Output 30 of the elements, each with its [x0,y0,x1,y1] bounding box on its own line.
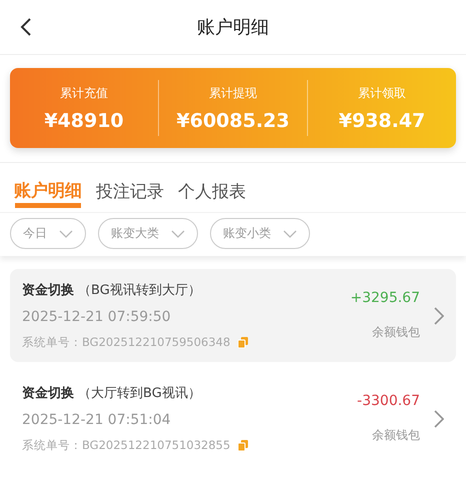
stat-label: 累计提现 [209,84,257,102]
tab[interactable]: 个人报表 [174,177,250,213]
order-number: 系统单号：BG202512210759506348 [22,335,230,350]
chevron-right-icon [434,306,444,324]
back-icon[interactable] [20,17,32,37]
wallet-label: 余额钱包 [372,324,420,341]
wallet-label: 余额钱包 [372,427,420,444]
chevron-down-icon [171,230,185,238]
stat-value: ¥938.47 [338,110,426,132]
record-detail: （大厅转到BG视讯） [78,385,201,402]
amount: +3295.67 [350,290,420,306]
chevron-right-icon [434,410,444,428]
stat-value: ¥60085.23 [176,110,290,132]
amount: -3300.67 [357,393,420,409]
order-number: 系统单号：BG202512210751032855 [22,438,230,453]
stat-label: 累计领取 [358,84,406,102]
record-item[interactable]: 资金切换 （BG视讯转到大厅） 2025-12-21 07:59:50 系统单号：BG202512210759506348 +3295.67 余额钱包 [10,269,456,362]
record-title: 资金切换 [22,282,74,299]
copy-icon[interactable] [238,337,248,348]
record-time: 2025-12-21 07:59:50 [22,309,172,325]
record-detail: （BG视讯转到大厅） [78,282,201,299]
tab[interactable]: 投注记录 [92,177,168,213]
copy-icon[interactable] [238,440,248,451]
record-time: 2025-12-21 07:51:04 [22,412,172,428]
record-title: 资金切换 [22,385,74,402]
stat-value: ¥48910 [44,110,124,132]
stat-label: 累计充值 [60,84,108,102]
chevron-down-icon [283,230,297,238]
page-title: 账户明细 [197,16,269,39]
chevron-down-icon [59,230,73,238]
